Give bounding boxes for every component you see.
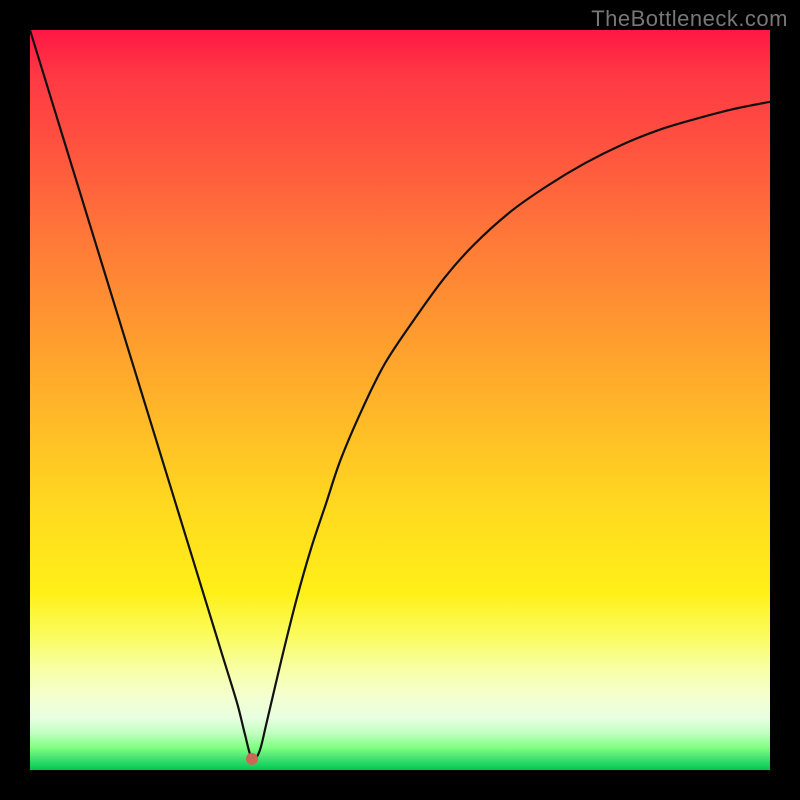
bottleneck-curve (30, 30, 770, 760)
chart-canvas: TheBottleneck.com (0, 0, 800, 800)
curve-svg (30, 30, 770, 770)
plot-area (30, 30, 770, 770)
min-dot (246, 753, 258, 765)
watermark-text: TheBottleneck.com (591, 6, 788, 32)
